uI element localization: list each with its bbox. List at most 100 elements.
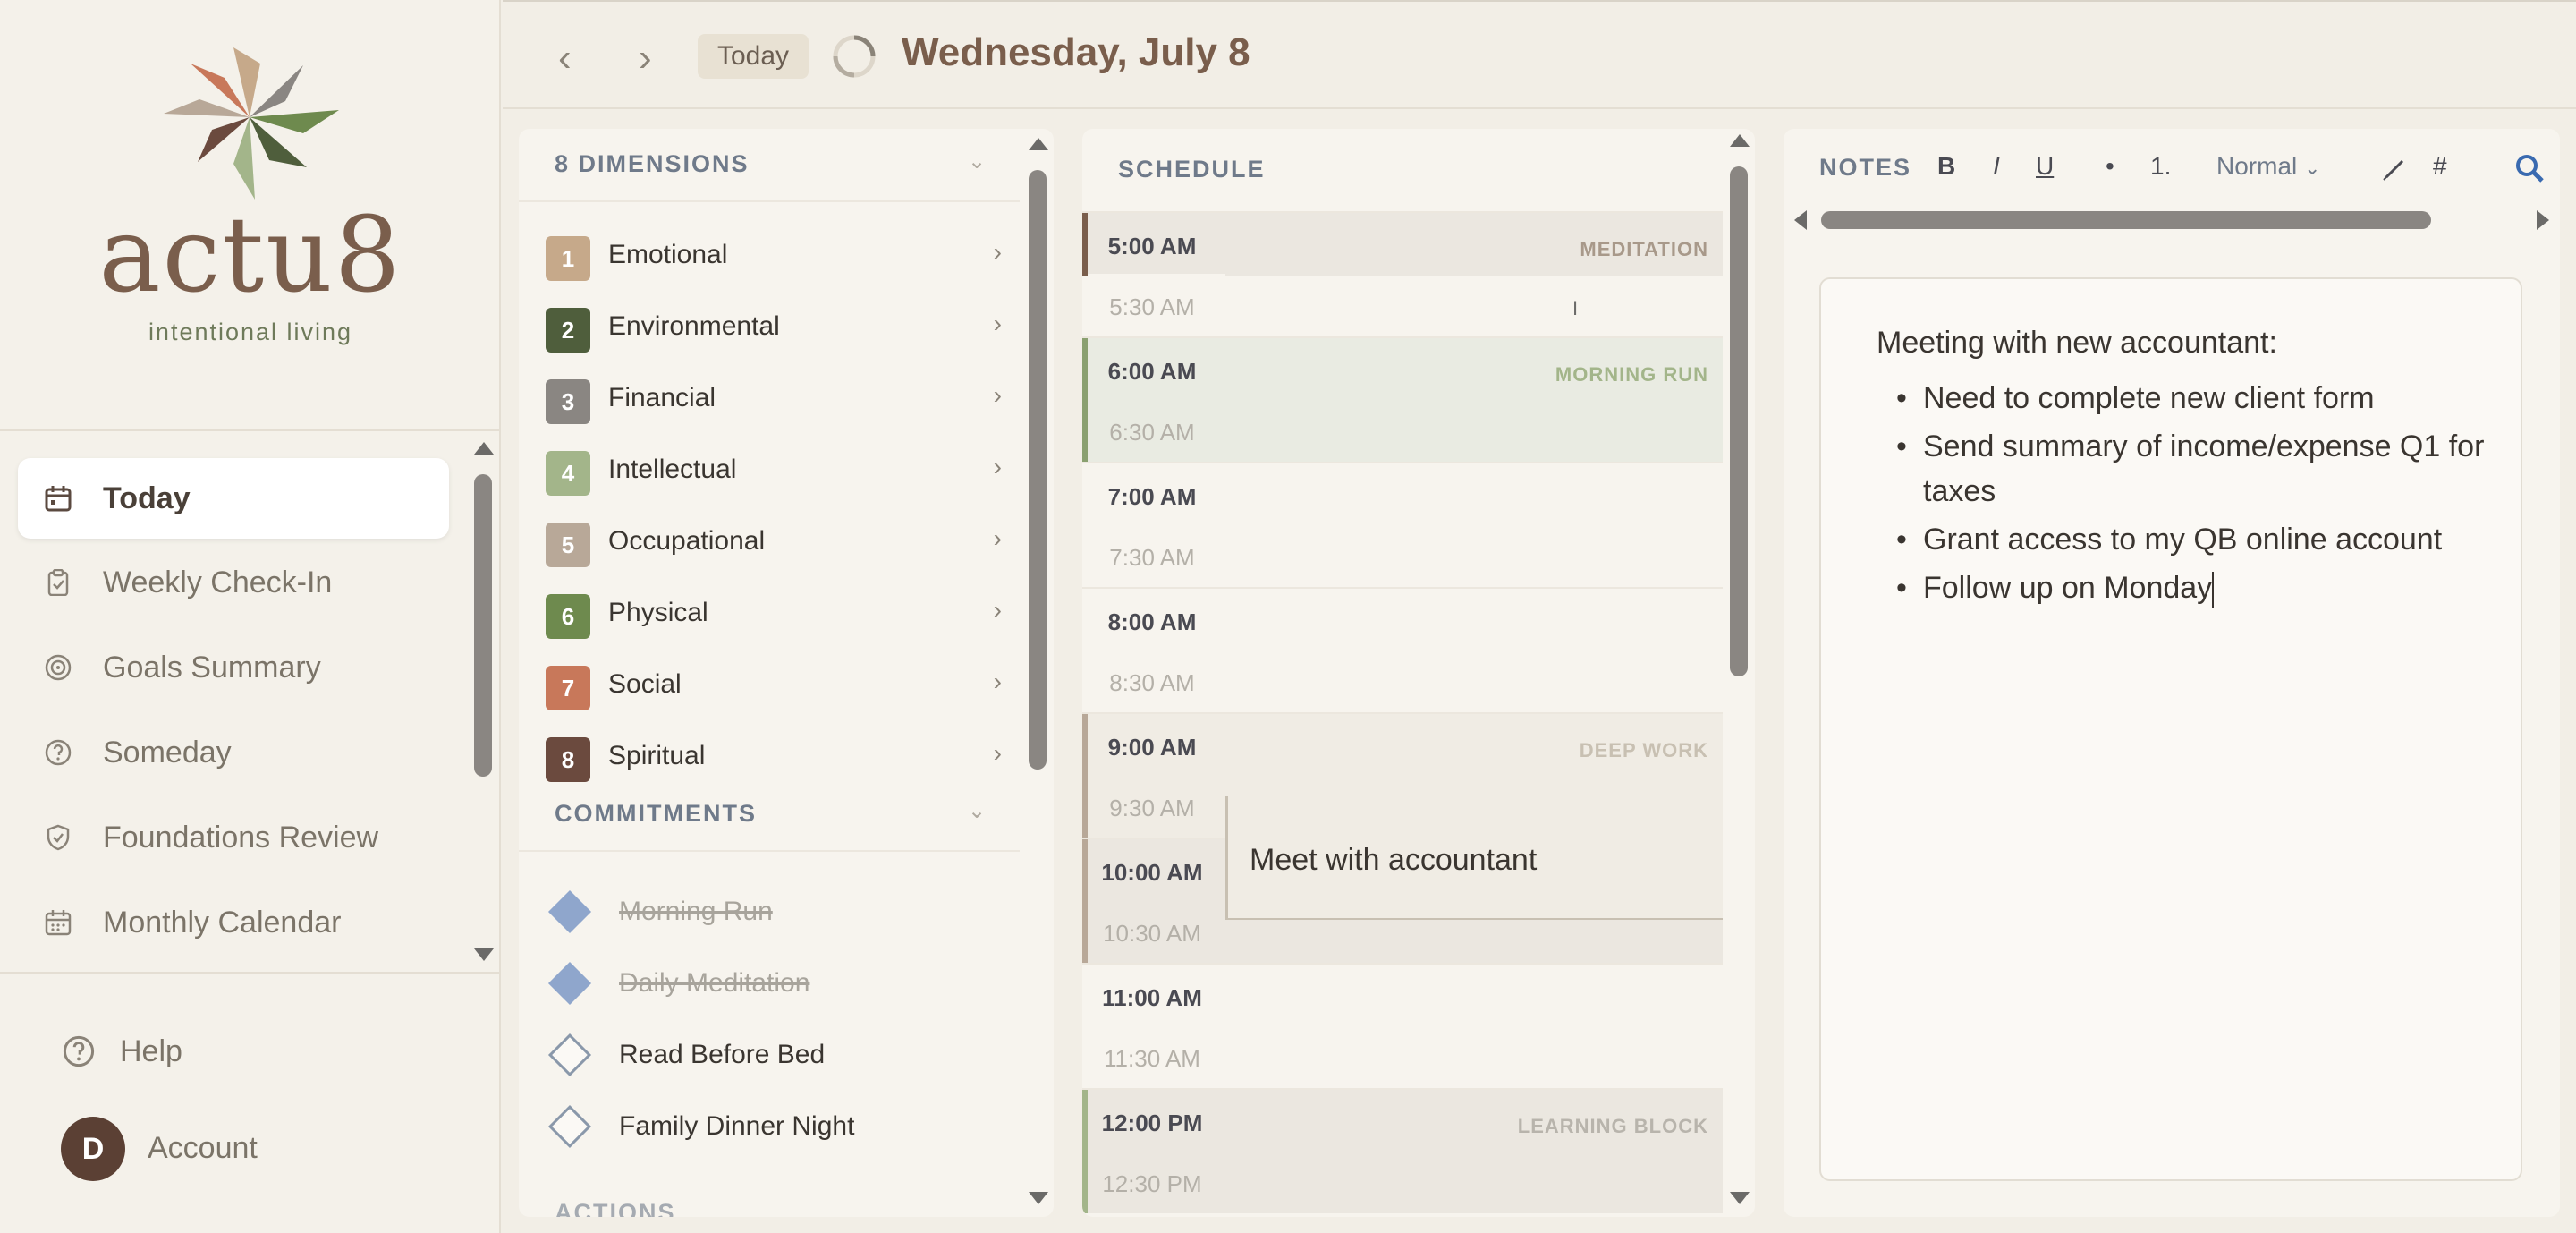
italic-button[interactable]: I bbox=[1993, 152, 2000, 181]
dimension-number-badge: 1 bbox=[546, 236, 590, 281]
diamond-outline-icon[interactable] bbox=[547, 1104, 592, 1149]
divider bbox=[0, 429, 499, 431]
commitment-item[interactable]: Daily Meditation bbox=[547, 948, 1002, 1020]
time-slot[interactable]: 12:30 PM bbox=[1082, 1151, 1723, 1213]
dimension-label: Intellectual bbox=[608, 455, 737, 484]
time-slot[interactable]: 7:30 AM bbox=[1082, 524, 1723, 587]
time-block-tag: LEARNING BLOCK bbox=[1517, 1115, 1708, 1137]
page-title-date: Wednesday, July 8 bbox=[902, 30, 1250, 74]
help-label: Help bbox=[120, 1033, 182, 1068]
account-link[interactable]: Account bbox=[148, 1126, 258, 1170]
dimension-item-occupational[interactable]: 5 Occupational › bbox=[546, 505, 1002, 576]
chevron-down-icon[interactable]: ⌄ bbox=[968, 798, 986, 824]
divider bbox=[519, 200, 1020, 202]
chevron-right-icon: › bbox=[993, 596, 1002, 624]
loading-spinner-icon bbox=[833, 35, 876, 78]
sidebar-nav: Today Weekly Check-In Goals Summary Some… bbox=[0, 435, 465, 972]
time-slot[interactable]: 8:00 AM bbox=[1082, 587, 1723, 650]
dimensions-scroll-down[interactable] bbox=[1029, 1192, 1048, 1204]
time-slot[interactable]: 5:00 AM MEDITATION bbox=[1082, 211, 1723, 276]
commitment-label: Morning Run bbox=[619, 897, 773, 926]
diamond-filled-icon[interactable] bbox=[547, 961, 592, 1006]
sidebar-scrollbar[interactable] bbox=[474, 474, 492, 777]
today-button[interactable]: Today bbox=[698, 34, 809, 79]
bullet-list-button[interactable]: • bbox=[2106, 152, 2114, 181]
schedule-scroll-up[interactable] bbox=[1730, 134, 1750, 147]
nav-item-today[interactable]: Today bbox=[18, 458, 449, 539]
dimension-item-intellectual[interactable]: 4 Intellectual › bbox=[546, 433, 1002, 505]
chevron-down-icon[interactable]: ⌄ bbox=[968, 149, 986, 174]
notes-scroll-left[interactable] bbox=[1794, 210, 1807, 230]
sidebar-scroll-up[interactable] bbox=[474, 442, 494, 455]
time-block-tag: DEEP WORK bbox=[1579, 739, 1708, 761]
nav-label: Weekly Check-In bbox=[103, 565, 333, 599]
time-slot[interactable]: 11:00 AM bbox=[1082, 963, 1723, 1025]
time-label: 9:00 AM bbox=[1107, 734, 1197, 761]
commitment-item[interactable]: Morning Run bbox=[547, 877, 1002, 948]
nav-item-monthly-calendar[interactable]: Monthly Calendar bbox=[18, 882, 449, 963]
time-slot[interactable]: 9:00 AM DEEP WORK bbox=[1082, 712, 1723, 777]
notes-editor[interactable]: Meeting with new accountant: Need to com… bbox=[1819, 277, 2522, 1181]
dimension-label: Emotional bbox=[608, 240, 728, 269]
time-slot[interactable]: 12:00 PM LEARNING BLOCK bbox=[1082, 1088, 1723, 1152]
prev-day-button[interactable]: ‹ bbox=[558, 36, 572, 81]
nav-item-foundations-review[interactable]: Foundations Review bbox=[18, 797, 449, 878]
note-bullet-text: Grant access to my QB online account bbox=[1923, 523, 2443, 557]
nav-item-weekly-check-in[interactable]: Weekly Check-In bbox=[18, 542, 449, 623]
next-day-button[interactable]: › bbox=[639, 36, 652, 81]
time-block-fill bbox=[1225, 1151, 1723, 1213]
diamond-outline-icon[interactable] bbox=[547, 1033, 592, 1077]
dimension-item-emotional[interactable]: 1 Emotional › bbox=[546, 218, 1002, 290]
highlight-pen-icon[interactable] bbox=[2381, 156, 2408, 183]
time-label: 7:00 AM bbox=[1107, 483, 1197, 510]
dimension-item-financial[interactable]: 3 Financial › bbox=[546, 361, 1002, 433]
commitment-item[interactable]: Family Dinner Night bbox=[547, 1092, 1002, 1163]
chevron-right-icon: › bbox=[993, 381, 1002, 409]
avatar[interactable]: D bbox=[61, 1117, 125, 1181]
time-slot[interactable]: 11:30 AM bbox=[1082, 1025, 1723, 1088]
schedule-panel: SCHEDULE 5:00 AM MEDITATION 5:30 AM 6:00 AM… bbox=[1082, 129, 1755, 1217]
time-label: 9:30 AM bbox=[1109, 795, 1195, 821]
underline-button[interactable]: U bbox=[2036, 152, 2054, 181]
time-label: 5:30 AM bbox=[1109, 293, 1195, 320]
time-slot[interactable]: 5:30 AM bbox=[1082, 274, 1723, 336]
notes-scroll-right[interactable] bbox=[2537, 210, 2549, 230]
time-slot[interactable]: 7:00 AM bbox=[1082, 462, 1723, 524]
search-icon[interactable] bbox=[2513, 152, 2546, 184]
schedule-scroll-down[interactable] bbox=[1730, 1192, 1750, 1204]
sidebar-scroll-down[interactable] bbox=[474, 948, 494, 961]
schedule-header: SCHEDULE bbox=[1118, 156, 1266, 183]
dimension-item-social[interactable]: 7 Social › bbox=[546, 648, 1002, 719]
note-bullet-list: Need to complete new client form Send su… bbox=[1877, 376, 2503, 614]
note-heading: Meeting with new accountant: bbox=[1877, 326, 2277, 360]
chevron-right-icon: › bbox=[993, 310, 1002, 337]
note-bullet-text: Follow up on Monday bbox=[1923, 571, 2213, 605]
notes-header: NOTES bbox=[1819, 154, 1912, 181]
commitment-item[interactable]: Read Before Bed bbox=[547, 1020, 1002, 1092]
style-select[interactable]: Normal ⌄ bbox=[2216, 152, 2320, 181]
nav-item-someday[interactable]: Someday bbox=[18, 712, 449, 793]
dimension-label: Occupational bbox=[608, 526, 766, 556]
time-slot[interactable]: 6:00 AM MORNING RUN bbox=[1082, 336, 1723, 401]
note-bullet: Follow up on Monday bbox=[1877, 565, 2503, 610]
dimension-color-bar bbox=[1082, 213, 1088, 276]
note-bullet: Grant access to my QB online account bbox=[1877, 517, 2503, 562]
dimensions-scrollbar[interactable] bbox=[1029, 170, 1046, 770]
dimension-item-physical[interactable]: 6 Physical › bbox=[546, 576, 1002, 648]
nav-item-goals-summary[interactable]: Goals Summary bbox=[18, 627, 449, 708]
time-slot[interactable]: 8:30 AM bbox=[1082, 650, 1723, 712]
divider bbox=[0, 972, 499, 974]
notes-horizontal-scrollbar[interactable] bbox=[1821, 211, 2431, 229]
dimension-color-bar bbox=[1082, 714, 1088, 777]
diamond-filled-icon[interactable] bbox=[547, 889, 592, 934]
ordered-list-button[interactable]: 1. bbox=[2150, 152, 2171, 181]
bold-button[interactable]: B bbox=[1937, 152, 1955, 181]
schedule-scrollbar[interactable] bbox=[1730, 166, 1748, 676]
time-slot[interactable]: 6:30 AM bbox=[1082, 399, 1723, 462]
event-card[interactable]: Meet with accountant bbox=[1225, 796, 1723, 920]
dimension-item-spiritual[interactable]: 8 Spiritual › bbox=[546, 719, 1002, 791]
dimensions-scroll-up[interactable] bbox=[1029, 138, 1048, 150]
help-link[interactable]: Help bbox=[63, 1029, 182, 1074]
hashtag-button[interactable]: # bbox=[2433, 152, 2447, 181]
dimension-item-environmental[interactable]: 2 Environmental › bbox=[546, 290, 1002, 361]
